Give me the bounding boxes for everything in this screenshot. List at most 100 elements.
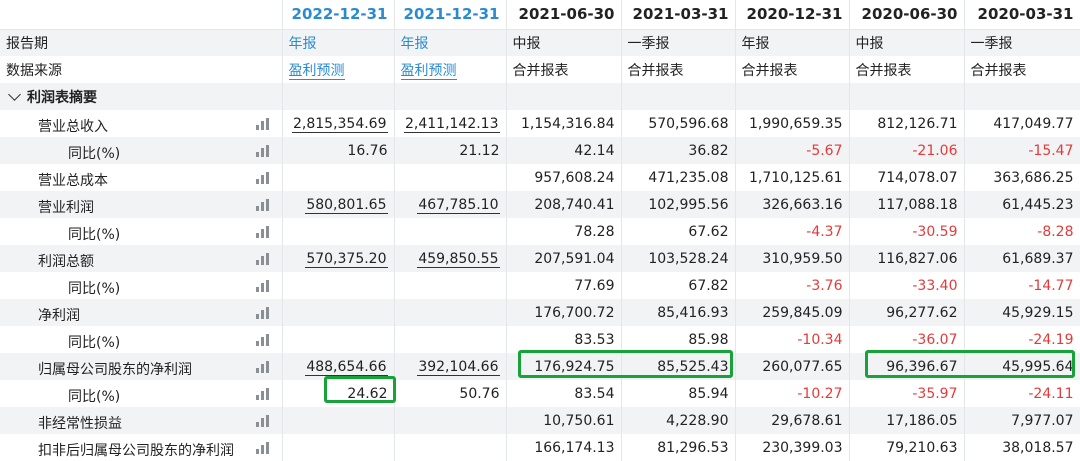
bar-chart-icon[interactable]	[255, 388, 270, 400]
value-cell: 4,228.90	[621, 407, 736, 434]
value-cell	[282, 407, 395, 434]
bar-chart-icon[interactable]	[255, 361, 270, 373]
chevron-down-icon[interactable]	[8, 87, 21, 101]
bar-chart-icon[interactable]	[255, 226, 270, 238]
data-source-cell: 合并报表	[964, 56, 1080, 83]
value-cell	[394, 434, 507, 461]
report-period-cell: 一季报	[621, 29, 736, 56]
value-cell: 117,088.18	[849, 191, 965, 218]
value-cell: 85.94	[621, 380, 736, 407]
bar-chart-icon[interactable]	[255, 172, 270, 184]
value-cell	[282, 299, 395, 326]
value-cell: 16.76	[282, 137, 395, 164]
value-cell: 459,850.55	[394, 245, 507, 272]
row-label: 利润总额	[38, 254, 94, 270]
table-row: 营业总收入 2,815,354.69 2,411,142.13 1,154,316.8…	[0, 110, 1080, 137]
column-header[interactable]: 2020-03-31	[964, 0, 1080, 30]
value-cell: 714,078.07	[849, 164, 965, 191]
bar-chart-icon[interactable]	[255, 280, 270, 292]
bar-chart-icon[interactable]	[255, 442, 270, 454]
data-source-cell: 合并报表	[506, 56, 622, 83]
row-label-cell: 扣非后归属母公司股东的净利润	[0, 434, 283, 461]
value-cell: 38,018.57	[964, 434, 1080, 461]
value-cell: 488,654.66	[282, 353, 395, 380]
value-cell: -10.34	[735, 326, 850, 353]
row-label-cell: 同比(%)	[0, 380, 283, 407]
value-cell: 1,154,316.84	[506, 110, 622, 137]
table-row: 同比(%) 78.28 67.62 -4.37 -30.59 -8.28	[0, 218, 1080, 245]
value-cell: 10,750.61	[506, 407, 622, 434]
row-label-cell: 净利润	[0, 299, 283, 326]
value-cell: -24.19	[964, 326, 1080, 353]
header-corner	[0, 0, 283, 30]
data-source-link[interactable]: 盈利预测	[394, 56, 507, 83]
column-header[interactable]: 2021-12-31	[394, 0, 507, 30]
column-header[interactable]: 2022-12-31	[282, 0, 395, 30]
value-cell: 207,591.04	[506, 245, 622, 272]
forecast-value: 2,411,142.13	[403, 115, 500, 133]
row-label-cell: 营业总收入	[0, 110, 283, 137]
value-cell: 310,959.50	[735, 245, 850, 272]
report-period-cell: 年报	[735, 29, 850, 56]
value-cell: 2,411,142.13	[394, 110, 507, 137]
value-cell: 570,375.20	[282, 245, 395, 272]
value-cell	[282, 164, 395, 191]
bar-chart-icon[interactable]	[255, 145, 270, 157]
row-label-cell: 同比(%)	[0, 137, 283, 164]
value-cell: 230,399.03	[735, 434, 850, 461]
value-cell: 61,445.23	[964, 191, 1080, 218]
value-cell: 1,990,659.35	[735, 110, 850, 137]
row-label-cell: 同比(%)	[0, 326, 283, 353]
value-cell: 81,296.53	[621, 434, 736, 461]
column-header[interactable]: 2020-06-30	[849, 0, 965, 30]
value-cell: -10.27	[735, 380, 850, 407]
value-cell	[282, 218, 395, 245]
value-cell: 208,740.41	[506, 191, 622, 218]
forecast-value: 467,785.10	[417, 196, 500, 214]
row-label-cell: 营业总成本	[0, 164, 283, 191]
value-cell: 85,416.93	[621, 299, 736, 326]
row-label: 同比(%)	[68, 281, 121, 297]
column-header[interactable]: 2021-06-30	[506, 0, 622, 30]
data-source-cell: 合并报表	[735, 56, 850, 83]
value-cell: 7,977.07	[964, 407, 1080, 434]
value-cell: 85.98	[621, 326, 736, 353]
bar-chart-icon[interactable]	[255, 307, 270, 319]
value-cell: -8.28	[964, 218, 1080, 245]
column-header[interactable]: 2021-03-31	[621, 0, 736, 30]
value-cell: 471,235.08	[621, 164, 736, 191]
data-source-cell: 合并报表	[621, 56, 736, 83]
value-cell: 957,608.24	[506, 164, 622, 191]
bar-chart-icon[interactable]	[255, 334, 270, 346]
value-cell: 29,678.61	[735, 407, 850, 434]
value-cell: 45,929.15	[964, 299, 1080, 326]
value-cell: -24.11	[964, 380, 1080, 407]
bar-chart-icon[interactable]	[255, 118, 270, 130]
table-row: 同比(%) 83.53 85.98 -10.34 -36.07 -24.19	[0, 326, 1080, 353]
table-row: 利润总额 570,375.20 459,850.55 207,591.04 103,52…	[0, 245, 1080, 272]
column-header[interactable]: 2020-12-31	[735, 0, 850, 30]
data-source-row: 数据来源 盈利预测 盈利预测 合并报表 合并报表 合并报表 合并报表 合并报表	[0, 56, 1080, 83]
bar-chart-icon[interactable]	[255, 415, 270, 427]
value-cell	[282, 326, 395, 353]
value-cell	[394, 299, 507, 326]
header-row: 2022-12-31 2021-12-31 2021-06-30 2021-03…	[0, 0, 1080, 30]
section-row[interactable]: 利润表摘要	[0, 83, 1080, 110]
row-label: 营业利润	[38, 200, 94, 216]
value-cell: 24.62	[282, 380, 395, 407]
value-cell: 326,663.16	[735, 191, 850, 218]
section-toggle[interactable]: 利润表摘要	[0, 83, 283, 110]
data-source-text: 盈利预测	[400, 62, 457, 80]
row-label-cell: 归属母公司股东的净利润	[0, 353, 283, 380]
bar-chart-icon[interactable]	[255, 253, 270, 265]
value-cell: 570,596.68	[621, 110, 736, 137]
data-source-link[interactable]: 盈利预测	[282, 56, 395, 83]
bar-chart-icon[interactable]	[255, 199, 270, 211]
value-cell: -5.67	[735, 137, 850, 164]
value-cell: 1,710,125.61	[735, 164, 850, 191]
report-period-row: 报告期 年报 年报 中报 一季报 年报 中报 一季报	[0, 29, 1080, 56]
row-label: 数据来源	[0, 56, 283, 83]
value-cell: 83.54	[506, 380, 622, 407]
value-cell: 392,104.66	[394, 353, 507, 380]
row-label: 同比(%)	[68, 227, 121, 243]
